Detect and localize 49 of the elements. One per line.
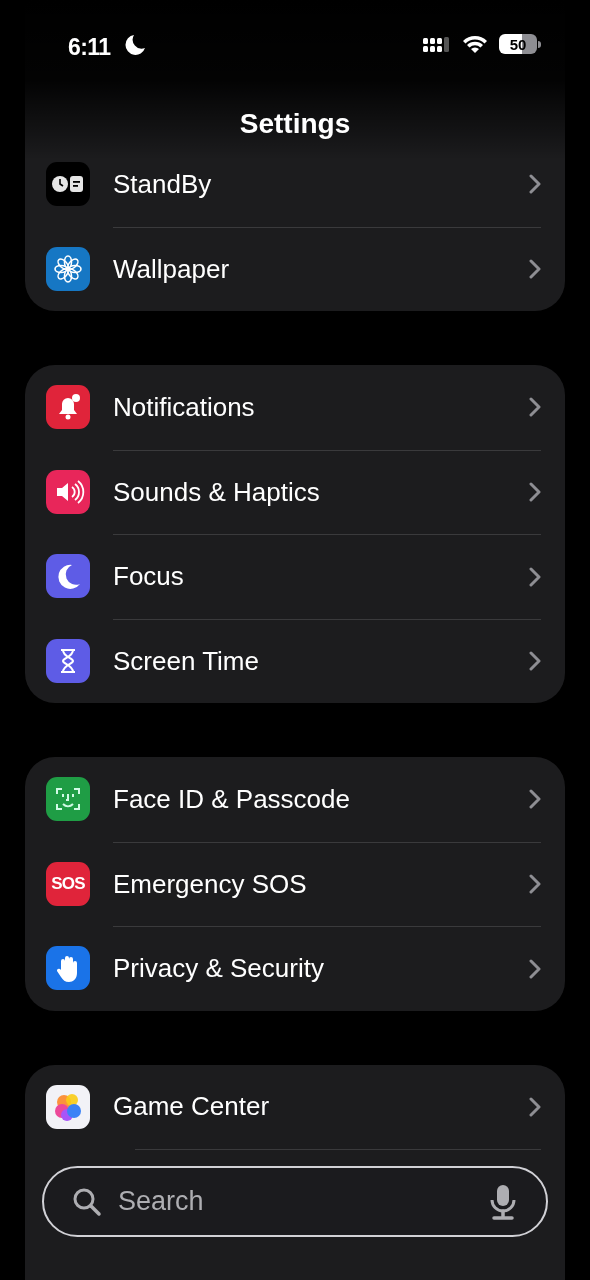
- row-label: Notifications: [113, 390, 256, 424]
- chevron-icon: [529, 174, 541, 195]
- settings-row[interactable]: Game Center: [25, 1064, 565, 1149]
- settings-row[interactable]: SOS Emergency SOS: [25, 841, 565, 926]
- search-bar[interactable]: Search: [42, 1166, 548, 1237]
- microphone-icon[interactable]: [488, 1183, 518, 1220]
- chevron-icon: [529, 482, 541, 503]
- speaker-icon: [46, 469, 90, 514]
- settings-row[interactable]: Face ID & Passcode: [25, 757, 565, 842]
- settings-row[interactable]: Notifications: [25, 365, 565, 450]
- search-icon: [72, 1186, 102, 1217]
- time: 6:11: [68, 33, 111, 62]
- settings-row[interactable]: Sounds & Haptics: [25, 449, 565, 534]
- settings-row[interactable]: Screen Time: [25, 618, 565, 703]
- bell-icon: [46, 385, 90, 430]
- hand-icon: [46, 946, 90, 991]
- row-label: Emergency SOS: [113, 867, 308, 901]
- row-label: StandBy: [113, 167, 213, 201]
- row-label: Focus: [113, 560, 185, 594]
- face-icon: [46, 777, 90, 822]
- row-label: Wallpaper: [113, 252, 231, 286]
- sos-icon: SOS: [46, 861, 90, 906]
- chevron-icon: [529, 874, 541, 895]
- settings-row[interactable]: Focus: [25, 534, 565, 619]
- chevron-icon: [529, 1096, 541, 1117]
- moon-icon: [46, 554, 90, 599]
- chevron-icon: [529, 789, 541, 810]
- chevron-icon: [529, 397, 541, 418]
- row-label: Game Center: [113, 1090, 271, 1124]
- settings-row[interactable]: Privacy & Security: [25, 926, 565, 1011]
- page-title: Settings: [239, 107, 351, 141]
- row-label: Sounds & Haptics: [113, 475, 321, 509]
- clock-icon: [46, 162, 90, 207]
- chevron-icon: [529, 566, 541, 587]
- settings-row[interactable]: StandBy: [25, 142, 565, 227]
- settings-row[interactable]: Wallpaper: [25, 226, 565, 311]
- row-label: Screen Time: [113, 644, 260, 678]
- signal-icon: [422, 36, 452, 54]
- chevron-icon: [529, 651, 541, 672]
- chevron-icon: [529, 958, 541, 979]
- hourglass-icon: [46, 638, 90, 683]
- flower-icon: [46, 246, 90, 291]
- row-label: Face ID & Passcode: [113, 782, 351, 816]
- battery-level: 50: [509, 36, 527, 52]
- search-field[interactable]: Search: [118, 1181, 488, 1222]
- bubbles-icon: [46, 1084, 90, 1129]
- row-label: Privacy & Security: [113, 952, 325, 986]
- wifi-icon: [462, 34, 488, 54]
- chevron-icon: [529, 259, 541, 280]
